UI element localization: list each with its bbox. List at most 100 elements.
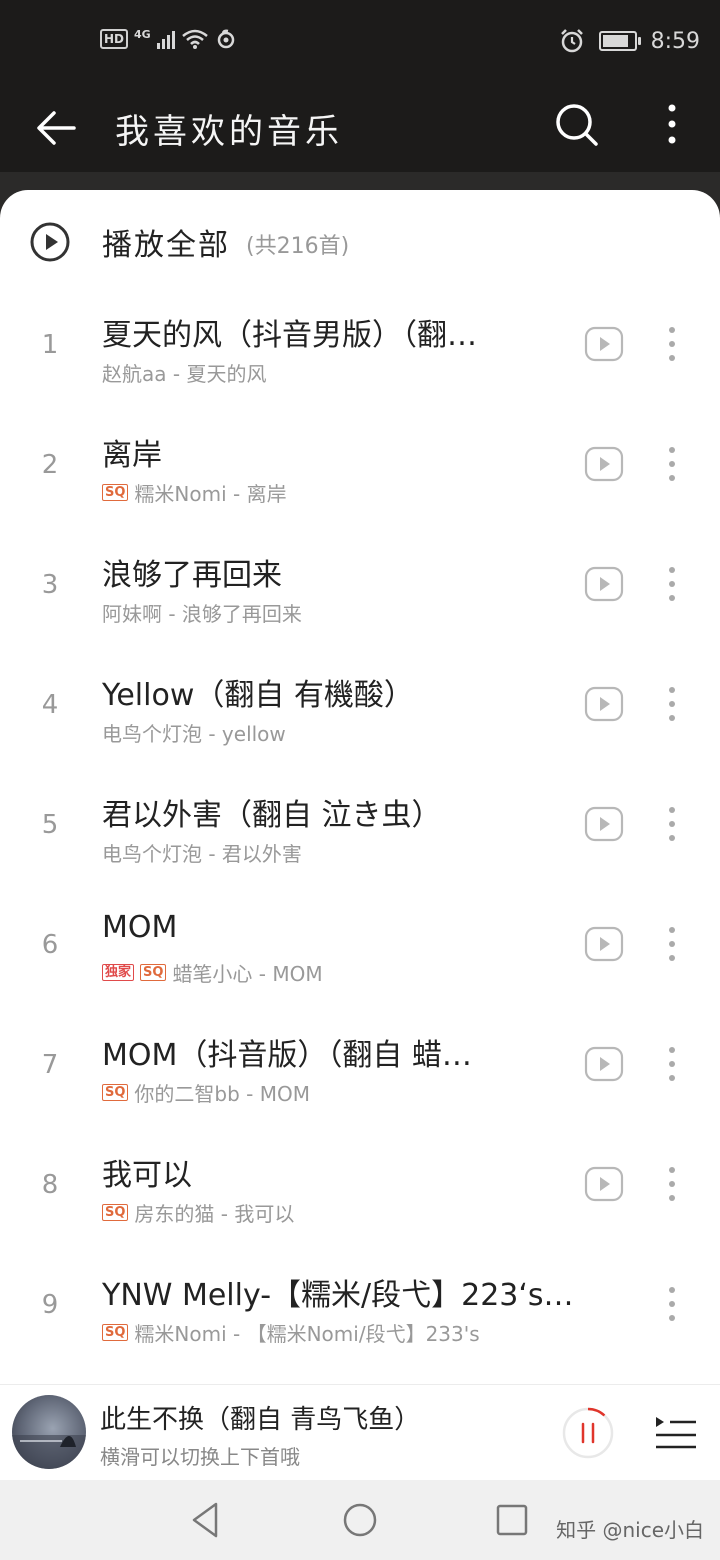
- more-vertical-icon[interactable]: [650, 98, 694, 150]
- system-nav-bar: 知乎 @nice小白: [0, 1480, 720, 1560]
- song-index: 7: [41, 1050, 59, 1080]
- sq-badge: SQ: [102, 1324, 129, 1341]
- now-playing-subtitle: 横滑可以切换上下首哦: [100, 1445, 300, 1469]
- song-index: 9: [41, 1290, 59, 1320]
- song-title: 我可以: [102, 1158, 192, 1193]
- song-row[interactable]: 4 Yellow（翻自 有機酸） 电鸟个灯泡 - yellow: [0, 650, 720, 770]
- progress-ring: [587, 1407, 606, 1417]
- video-play-icon[interactable]: [584, 446, 624, 482]
- song-title: 夏天的风（抖音男版）（翻…: [102, 318, 477, 353]
- battery-fill: [602, 35, 628, 47]
- sq-badge: SQ: [102, 484, 129, 501]
- network-type: 4G: [134, 28, 151, 41]
- song-row[interactable]: 6 MOM 独家 SQ 蜡笔小心 - MOM: [0, 890, 720, 1010]
- play-all-row[interactable]: 播放全部 (共216首): [0, 210, 720, 274]
- song-artist-album: 电鸟个灯泡 - 君以外害: [102, 842, 302, 866]
- song-more-icon[interactable]: [660, 682, 684, 726]
- song-title: 浪够了再回来: [102, 558, 282, 593]
- video-play-icon[interactable]: [584, 926, 624, 962]
- song-row[interactable]: 3 浪够了再回来阿妹啊 - 浪够了再回来: [0, 530, 720, 650]
- song-subtitle-line: SQ 你的二智bb - MOM: [102, 1078, 310, 1107]
- clock: 8:59: [650, 28, 700, 54]
- song-subtitle-line: SQ 糯米Nomi - 【糯米Nomi/段弋】233's: [102, 1318, 480, 1347]
- video-play-icon[interactable]: [584, 1166, 624, 1202]
- song-more-icon[interactable]: [660, 322, 684, 366]
- song-index: 4: [41, 690, 59, 720]
- song-more-icon[interactable]: [660, 802, 684, 846]
- sq-badge: SQ: [102, 1084, 129, 1101]
- status-right: 8:59: [559, 28, 700, 54]
- song-artist-album: 电鸟个灯泡 - yellow: [102, 722, 286, 746]
- song-subtitle-line: 独家 SQ 蜡笔小心 - MOM: [102, 958, 323, 987]
- song-row[interactable]: 9 YNW Melly-【糯米/段弋】223‘s… SQ 糯米Nomi - 【糯米No…: [0, 1250, 720, 1370]
- album-art-image: [12, 1435, 86, 1469]
- song-index: 3: [41, 570, 59, 600]
- play-all-count: (共216首): [246, 234, 350, 259]
- song-title: 君以外害（翻自 泣き虫）: [102, 798, 442, 833]
- video-play-icon[interactable]: [584, 326, 624, 362]
- pause-icon[interactable]: [560, 1405, 616, 1461]
- song-more-icon[interactable]: [660, 1282, 684, 1326]
- song-artist-album: 糯米Nomi - 离岸: [134, 482, 287, 506]
- app-header: 我喜欢的音乐: [0, 84, 720, 180]
- song-artist-album: 赵航aa - 夏天的风: [102, 362, 267, 386]
- song-more-icon[interactable]: [660, 562, 684, 606]
- song-artist-album: 阿妹啊 - 浪够了再回来: [102, 602, 302, 626]
- nav-home-icon[interactable]: [340, 1500, 380, 1540]
- song-row[interactable]: 5 君以外害（翻自 泣き虫） 电鸟个灯泡 - 君以外害: [0, 770, 720, 890]
- status-bar: HD 4G 8:59: [0, 0, 720, 84]
- play-circle-icon[interactable]: [28, 220, 72, 264]
- song-subtitle-line: 赵航aa - 夏天的风: [102, 358, 266, 387]
- sq-badge: SQ: [140, 964, 167, 981]
- back-arrow-icon[interactable]: [30, 102, 82, 154]
- hd-icon: HD: [100, 29, 129, 49]
- song-more-icon[interactable]: [660, 1042, 684, 1086]
- song-index: 1: [41, 330, 59, 360]
- song-artist-album: 房东的猫 - 我可以: [134, 1202, 295, 1226]
- song-row[interactable]: 8 我可以 SQ 房东的猫 - 我可以: [0, 1130, 720, 1250]
- song-more-icon[interactable]: [660, 1162, 684, 1206]
- nav-back-icon[interactable]: [186, 1500, 226, 1540]
- song-artist-album: 蜡笔小心 - MOM: [172, 962, 323, 986]
- playlist-icon[interactable]: [654, 1411, 698, 1455]
- song-list-card: 播放全部 (共216首) 1 夏天的风（抖音男版）（翻… 赵航aa - 夏天的风 2 离…: [0, 190, 720, 1384]
- song-subtitle-line: 阿妹啊 - 浪够了再回来: [102, 598, 302, 627]
- netease-music-icon: [217, 29, 234, 49]
- song-row[interactable]: 1 夏天的风（抖音男版）（翻… 赵航aa - 夏天的风: [0, 290, 720, 410]
- song-artist-album: 糯米Nomi - 【糯米Nomi/段弋】233's: [134, 1322, 480, 1346]
- video-play-icon[interactable]: [584, 1046, 624, 1082]
- sq-badge: SQ: [102, 1204, 129, 1221]
- page-title: 我喜欢的音乐: [115, 112, 343, 152]
- song-more-icon[interactable]: [660, 442, 684, 486]
- song-index: 5: [41, 810, 59, 840]
- mini-player[interactable]: 此生不换（翻自 青鸟飞鱼） 横滑可以切换上下首哦: [0, 1384, 720, 1481]
- status-left: HD 4G: [100, 28, 237, 50]
- video-play-icon[interactable]: [584, 686, 624, 722]
- song-index: 8: [41, 1170, 59, 1200]
- album-art[interactable]: [12, 1395, 86, 1469]
- song-title: Yellow（翻自 有機酸）: [102, 678, 414, 713]
- search-icon[interactable]: [550, 98, 602, 150]
- video-play-icon[interactable]: [584, 566, 624, 602]
- video-play-icon[interactable]: [584, 806, 624, 842]
- exclusive-badge: 独家: [102, 964, 135, 981]
- watermark: 知乎 @nice小白: [556, 1518, 704, 1542]
- play-all-label: 播放全部: [102, 228, 230, 263]
- song-row[interactable]: 7 MOM（抖音版）（翻自 蜡… SQ 你的二智bb - MOM: [0, 1010, 720, 1130]
- song-subtitle-line: SQ 房东的猫 - 我可以: [102, 1198, 294, 1227]
- song-title: YNW Melly-【糯米/段弋】223‘s…: [102, 1278, 574, 1313]
- battery-icon: [598, 31, 641, 51]
- song-subtitle-line: SQ 糯米Nomi - 离岸: [102, 478, 287, 507]
- song-title: MOM: [102, 910, 178, 945]
- song-more-icon[interactable]: [660, 922, 684, 966]
- song-artist-album: 你的二智bb - MOM: [134, 1082, 310, 1106]
- alarm-icon: [560, 29, 583, 53]
- song-index: 6: [41, 930, 59, 960]
- song-subtitle-line: 电鸟个灯泡 - yellow: [102, 718, 286, 747]
- song-row[interactable]: 2 离岸 SQ 糯米Nomi - 离岸: [0, 410, 720, 530]
- song-subtitle-line: 电鸟个灯泡 - 君以外害: [102, 838, 302, 867]
- signal-icon: [156, 29, 175, 49]
- song-title: 离岸: [102, 438, 162, 473]
- song-index: 2: [41, 450, 59, 480]
- nav-recent-icon[interactable]: [494, 1502, 530, 1538]
